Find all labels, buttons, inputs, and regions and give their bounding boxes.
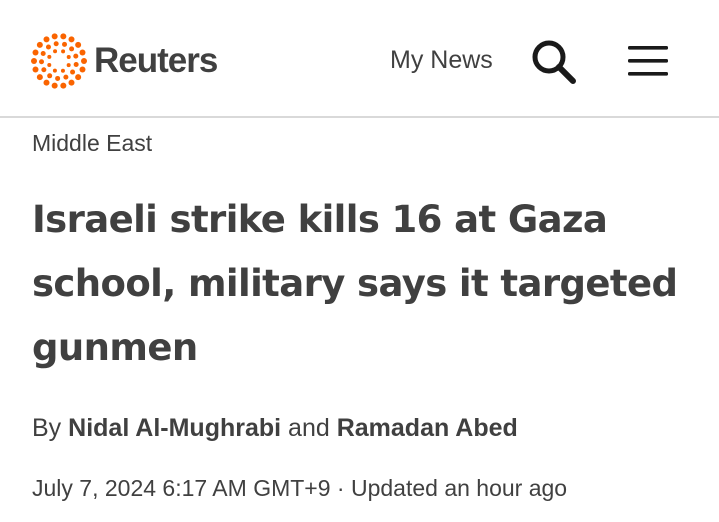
logo-dot xyxy=(36,41,43,48)
article-headline: Israeli strike kills 16 at Gaza school, … xyxy=(32,198,678,369)
logo-dot xyxy=(70,69,76,75)
logo-dot xyxy=(43,36,50,43)
logo-dot xyxy=(66,63,71,68)
logo-dot xyxy=(39,59,45,65)
logo-dot xyxy=(43,79,50,86)
logo-dot xyxy=(60,82,67,89)
byline: By Nidal Al-Mughrabi and Ramadan Abed xyxy=(32,414,518,443)
reuters-logo[interactable]: Reuters xyxy=(30,32,218,90)
logo-dot xyxy=(73,61,79,67)
logo-dot xyxy=(53,41,59,47)
logo-dot xyxy=(81,58,87,64)
logo-dot xyxy=(75,74,82,81)
logo-dot xyxy=(32,66,39,73)
logo-dot xyxy=(62,41,68,47)
logo-dot xyxy=(51,33,58,40)
logo-dot xyxy=(79,49,86,56)
logo-dot xyxy=(47,54,52,59)
byline-prefix: By xyxy=(32,414,62,442)
author-link-1[interactable]: Nidal Al-Mughrabi xyxy=(68,414,281,442)
brand-name: Reuters xyxy=(94,41,218,80)
byline-conjunction: and xyxy=(288,414,330,442)
hamburger-menu-icon xyxy=(628,46,668,76)
site-header: Reuters My News xyxy=(0,0,719,118)
logo-dot xyxy=(55,75,61,81)
search-icon xyxy=(532,40,576,84)
logo-dot xyxy=(41,67,47,73)
logo-dot xyxy=(68,36,75,43)
author-link-2[interactable]: Ramadan Abed xyxy=(337,414,518,442)
logo-dot xyxy=(68,79,75,86)
logo-dot xyxy=(52,68,57,73)
logo-dot xyxy=(69,46,75,52)
menu-button[interactable] xyxy=(627,44,669,78)
logo-dot xyxy=(61,49,66,54)
logo-dot xyxy=(66,55,71,60)
logo-dot xyxy=(60,33,67,40)
my-news-link[interactable]: My News xyxy=(390,46,493,75)
logo-dot xyxy=(45,44,51,50)
logo-dot xyxy=(32,49,39,56)
logo-dot xyxy=(31,58,37,64)
updated-time: Updated an hour ago xyxy=(350,475,568,501)
logo-dot xyxy=(53,49,58,54)
logo-dot xyxy=(63,74,69,80)
logo-dot xyxy=(73,53,79,59)
logo-dot xyxy=(79,66,86,73)
search-button[interactable] xyxy=(529,37,577,85)
date-separator: · xyxy=(336,475,345,501)
logo-dot xyxy=(47,62,52,67)
section-label[interactable]: Middle East xyxy=(32,130,152,157)
logo-dot xyxy=(47,73,53,79)
logo-dot xyxy=(40,51,46,57)
publish-date: July 7, 2024 6:17 AM GMT+9 xyxy=(32,475,331,501)
dateline: July 7, 2024 6:17 AM GMT+9 · Updated an … xyxy=(32,475,567,502)
logo-dot xyxy=(75,41,82,48)
logo-dot xyxy=(60,68,65,73)
reuters-logo-icon xyxy=(31,33,87,89)
logo-dot xyxy=(36,74,43,81)
logo-dot xyxy=(51,82,58,89)
